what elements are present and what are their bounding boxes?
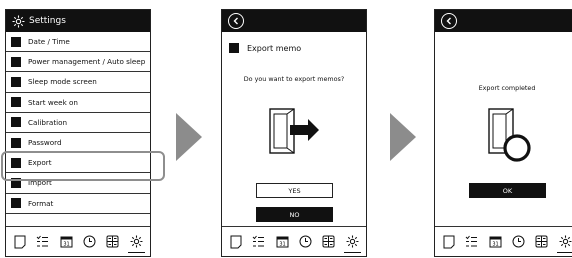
list-icon[interactable]	[464, 234, 479, 249]
yes-button[interactable]: YES	[256, 183, 333, 198]
export-memo-screen: Export memo Do you want to export memos?…	[221, 9, 367, 257]
export-header	[222, 10, 366, 32]
item-marker	[11, 36, 21, 47]
chevron-left-icon	[446, 17, 451, 25]
menu-item-calibration[interactable]: Calibration	[6, 113, 150, 133]
settings-title: Settings	[29, 16, 66, 26]
item-marker	[11, 117, 21, 128]
menu-item-sleep-mode-screen[interactable]: Sleep mode screen	[6, 72, 150, 93]
svg-text:31: 31	[279, 242, 285, 248]
export-complete-illustration-icon	[488, 108, 531, 162]
export-question: Do you want to export memos?	[243, 75, 345, 83]
item-marker	[11, 76, 21, 87]
gear-icon[interactable]	[343, 234, 361, 253]
grid-icon[interactable]	[321, 234, 336, 249]
chevron-left-icon	[233, 17, 238, 25]
clock-icon[interactable]	[511, 234, 526, 249]
item-marker	[11, 198, 21, 209]
memo-icon[interactable]	[228, 234, 243, 249]
memo-icon[interactable]	[12, 234, 27, 249]
back-button[interactable]	[228, 13, 244, 29]
list-icon[interactable]	[251, 234, 266, 249]
bottom-toolbar: 31	[435, 226, 572, 256]
bottom-toolbar: 31	[6, 226, 150, 256]
grid-icon[interactable]	[105, 234, 120, 249]
svg-text:31: 31	[63, 242, 69, 248]
export-complete-header	[435, 10, 572, 32]
gear-icon	[12, 15, 25, 28]
no-button[interactable]: NO	[256, 207, 333, 222]
export-section-title: Export memo	[222, 32, 366, 53]
clock-icon[interactable]	[298, 234, 313, 249]
menu-item-power-management[interactable]: Power management / Auto sleep	[6, 52, 150, 73]
gear-icon[interactable]	[556, 234, 572, 253]
memo-icon[interactable]	[441, 234, 456, 249]
svg-text:31: 31	[492, 242, 498, 248]
next-step-arrow	[390, 113, 416, 161]
item-marker	[11, 56, 21, 67]
next-step-arrow	[176, 113, 202, 161]
section-marker	[229, 43, 239, 53]
item-marker	[11, 97, 21, 108]
calendar-icon[interactable]: 31	[488, 234, 503, 249]
export-illustration-icon	[269, 108, 319, 154]
export-complete-message: Export completed	[478, 84, 536, 92]
settings-menu: Date / Time Power management / Auto slee…	[6, 32, 150, 214]
menu-item-date-time[interactable]: Date / Time	[6, 32, 150, 53]
ok-button[interactable]: OK	[469, 183, 546, 198]
export-highlight	[1, 151, 165, 181]
bottom-toolbar: 31	[222, 226, 366, 256]
clock-icon[interactable]	[82, 234, 97, 249]
gear-icon[interactable]	[127, 234, 145, 253]
grid-icon[interactable]	[534, 234, 549, 249]
calendar-icon[interactable]: 31	[59, 234, 74, 249]
menu-item-format[interactable]: Format	[6, 194, 150, 214]
export-complete-screen: Export completed OK 31	[434, 9, 572, 257]
calendar-icon[interactable]: 31	[275, 234, 290, 249]
list-icon[interactable]	[35, 234, 50, 249]
item-marker	[11, 137, 21, 148]
back-button[interactable]	[441, 13, 457, 29]
settings-screen: Settings Date / Time Power management / …	[5, 9, 151, 257]
settings-header: Settings	[6, 10, 150, 32]
menu-item-start-week-on[interactable]: Start week on	[6, 93, 150, 113]
